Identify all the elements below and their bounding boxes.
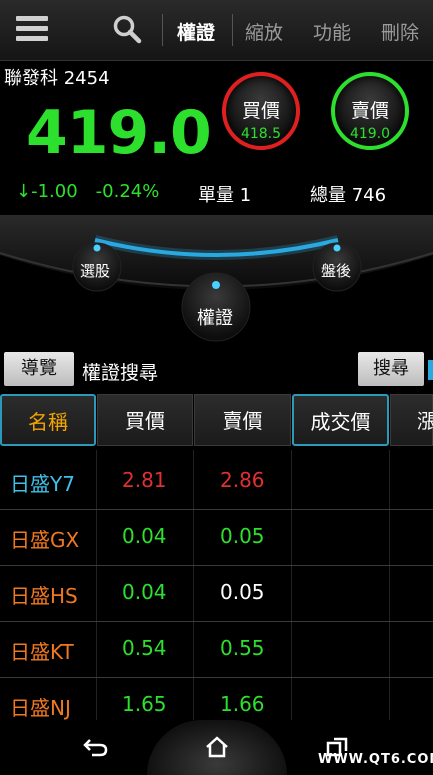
ask-price: 419.0: [349, 126, 391, 142]
ask-circle[interactable]: 賣價 419.0: [331, 72, 409, 150]
price-change-pct: -0.24%: [95, 181, 160, 202]
ask-value: 2.86: [220, 468, 265, 492]
back-icon[interactable]: [82, 736, 110, 758]
ask-value: 0.05: [220, 524, 265, 548]
ask-label: 賣價: [350, 100, 389, 122]
tab-warrant[interactable]: 權證: [177, 18, 215, 45]
top-bar: 權證 縮放 功能 刪除: [0, 0, 433, 61]
last-price: 419.0: [26, 98, 212, 168]
warrant-name: 日盛Y7: [10, 472, 75, 496]
ask-value: 0.05: [220, 580, 265, 604]
single-volume: 單量 1: [198, 185, 252, 206]
home-icon[interactable]: [204, 735, 230, 759]
table-row[interactable]: 日盛HS 0.04 0.05: [0, 566, 433, 622]
scroll-indicator: [428, 360, 433, 380]
bid-value: 0.04: [122, 524, 167, 548]
table-row[interactable]: 日盛Y7 2.81 2.86: [0, 454, 433, 510]
guide-button[interactable]: 導覽: [4, 352, 74, 386]
bid-circle[interactable]: 買價 418.5: [222, 72, 300, 150]
tab-functions[interactable]: 功能: [313, 18, 351, 45]
nav-row: 導覽 權證搜尋 搜尋: [0, 350, 433, 390]
watermark: WWW.QT6.COM: [318, 752, 433, 767]
total-volume: 總量 746: [310, 185, 387, 206]
bid-value: 2.81: [122, 468, 167, 492]
warrant-name: 日盛KT: [10, 640, 74, 664]
bid-value: 0.54: [122, 636, 167, 660]
ask-value: 1.66: [220, 692, 265, 716]
dial-after-hours[interactable]: 盤後: [321, 260, 351, 281]
tab-delete[interactable]: 刪除: [381, 18, 419, 45]
search-button[interactable]: 搜尋: [358, 352, 424, 386]
column-header-last[interactable]: 成交價: [292, 394, 389, 446]
bid-price: 418.5: [240, 126, 282, 142]
table-header: 名稱 買價 賣價 成交價 漲: [0, 394, 433, 448]
dial-stock-picker[interactable]: 選股: [80, 260, 110, 281]
ask-value: 0.55: [220, 636, 265, 660]
table-row[interactable]: 日盛GX 0.04 0.05: [0, 510, 433, 566]
bid-label: 買價: [241, 100, 280, 122]
divider: [162, 14, 163, 46]
column-header-bid[interactable]: 買價: [97, 394, 193, 446]
table-row[interactable]: 日盛KT 0.54 0.55: [0, 622, 433, 678]
column-header-name[interactable]: 名稱: [0, 394, 96, 446]
bid-value: 0.04: [122, 580, 167, 604]
divider: [232, 14, 233, 46]
bid-value: 1.65: [122, 692, 167, 716]
warrant-name: 日盛HS: [10, 584, 78, 608]
warrant-name: 日盛GX: [10, 528, 80, 552]
change-row: ↓-1.00 -0.24%: [16, 181, 159, 202]
warrant-name: 日盛NJ: [10, 696, 71, 720]
dial-warrant[interactable]: 權證: [197, 304, 233, 330]
down-arrow-icon: ↓: [16, 181, 32, 202]
column-header-ask[interactable]: 賣價: [194, 394, 291, 446]
menu-icon[interactable]: [16, 16, 48, 42]
page-title: 權證搜尋: [82, 362, 159, 384]
tab-zoom[interactable]: 縮放: [245, 18, 283, 45]
price-change: -1.00: [31, 181, 78, 202]
search-icon[interactable]: [112, 14, 142, 44]
stock-name-code: 聯發科 2454: [4, 68, 110, 89]
column-header-change[interactable]: 漲: [390, 394, 433, 446]
